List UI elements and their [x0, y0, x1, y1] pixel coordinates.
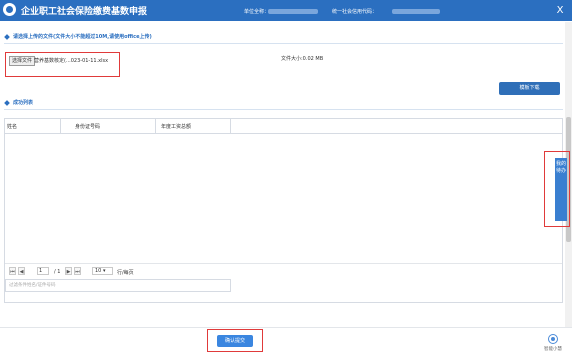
next-page-icon[interactable]: ▶ [65, 267, 72, 275]
divider [0, 327, 572, 328]
confirm-submit-button[interactable]: 确认提交 [217, 335, 253, 347]
pagination-bar: ⏮ ◀ 1 / 1 ▶ ⏭ 10 ▾ 行/每页 [5, 263, 562, 278]
page-number-input[interactable]: 1 [37, 267, 49, 275]
unit-name-value-redacted [268, 9, 318, 14]
table-header: 姓名 身份证号码 年度工资总额 [5, 119, 562, 134]
column-divider [230, 119, 231, 133]
selected-file-name: 营养基数核定(...023-01-11.xlsx [34, 58, 109, 64]
success-list-heading: 成功列表 [4, 99, 33, 108]
diamond-icon [4, 33, 10, 40]
assistant-icon [548, 334, 558, 344]
column-header-annual-salary[interactable]: 年度工资总额 [161, 123, 191, 130]
page-size-label: 行/每页 [117, 270, 134, 276]
title-bar: 企业职工社会保险缴费基数申报 单位全称： 统一社会信用代码： X [0, 0, 572, 21]
divider [4, 43, 563, 44]
file-size-text: 文件大小:0.02 MB [281, 56, 324, 62]
unit-name-label: 单位全称： [244, 9, 270, 15]
app-logo-icon [3, 3, 16, 16]
template-download-button[interactable]: 模板下载 [499, 82, 560, 95]
column-header-id-number[interactable]: 身份证号码 [75, 123, 100, 130]
last-page-icon[interactable]: ⏭ [74, 267, 81, 275]
credit-code-value-redacted [392, 9, 440, 14]
side-tab-highlight: 我的待办 [544, 151, 570, 227]
page-size-select[interactable]: 10 ▾ [92, 267, 113, 275]
column-divider [155, 119, 156, 133]
confirm-highlight: 确认提交 [207, 329, 263, 352]
success-table: 姓名 身份证号码 年度工资总额 ⏮ ◀ 1 / 1 ▶ ⏭ 10 ▾ 行/每页 [4, 118, 563, 303]
file-upload-area: 选择文件 营养基数核定(...023-01-11.xlsx [5, 52, 120, 77]
choose-file-button[interactable]: 选择文件 [9, 56, 36, 66]
smart-assistant-label: 智能小慧 [544, 347, 562, 352]
close-button[interactable]: X [553, 4, 567, 18]
credit-code-label: 统一社会信用代码： [332, 9, 378, 15]
column-header-name[interactable]: 姓名 [7, 123, 17, 130]
smart-assistant-button[interactable]: 智能小慧 [541, 334, 565, 354]
filter-input[interactable]: 过滤条件姓名/证件号码 [5, 279, 231, 292]
column-divider [60, 119, 61, 133]
upload-section-heading: 请选择上传的文件(文件大小不能超过10M,请使用office上传) [4, 33, 152, 42]
app-title: 企业职工社会保险缴费基数申报 [21, 7, 148, 17]
total-pages: / 1 [54, 269, 61, 275]
first-page-icon[interactable]: ⏮ [9, 267, 16, 275]
divider [4, 109, 563, 110]
diamond-icon [4, 99, 10, 106]
side-todo-tab[interactable]: 我的待办 [555, 158, 567, 221]
prev-page-icon[interactable]: ◀ [18, 267, 25, 275]
